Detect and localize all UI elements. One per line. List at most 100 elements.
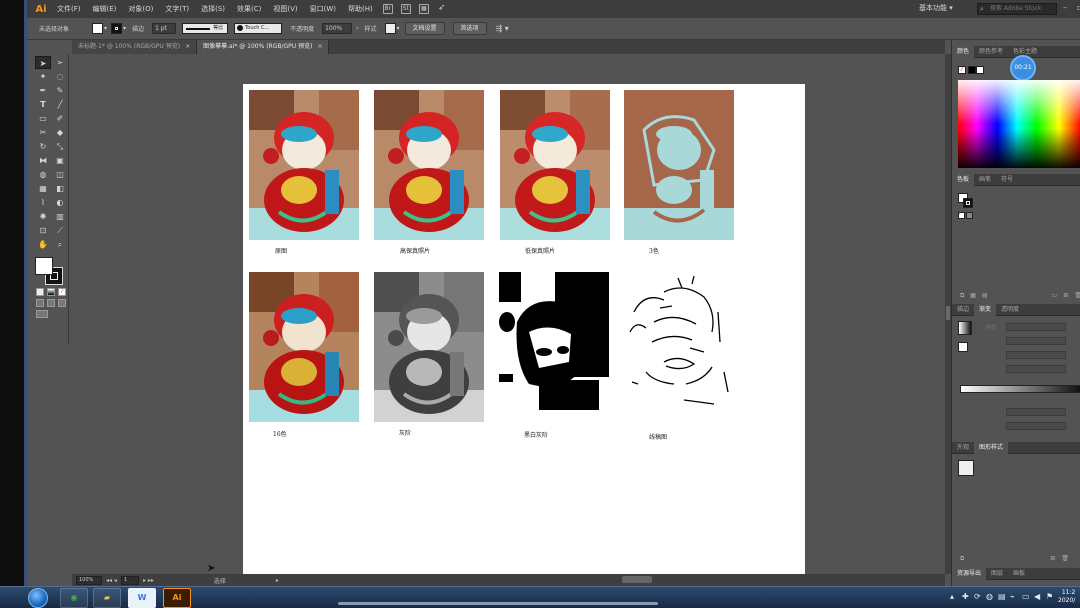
gpu-rocket-icon[interactable]: ➶ [437,4,447,14]
tab-transparency[interactable]: 透明度 [996,304,1024,316]
tray-display-icon[interactable]: ▭ [1022,592,1030,601]
prev-artboard-icon[interactable]: ◂◂ ◂ [106,577,117,584]
thumbnail-low-fidelity[interactable] [500,90,610,240]
explorer-taskbar-icon[interactable]: ▰ [93,588,121,608]
width-tool-icon[interactable]: ⧓ [35,154,51,167]
type-tool-icon[interactable]: T [35,98,51,111]
style-library-icon[interactable]: ⧉ [960,555,964,563]
none-mode-icon[interactable]: ⁄ [58,288,66,296]
new-color-group-icon[interactable]: ▭ [1052,292,1058,300]
gradient-angle-field[interactable] [1006,351,1066,359]
menu-object[interactable]: 对象(O) [122,0,159,18]
selection-tool-icon[interactable]: ➤ [35,56,51,69]
tab-stroke[interactable]: 描边 [952,304,974,316]
thumbnail-grayscale[interactable] [374,272,484,422]
chevron-down-icon[interactable]: ▾ [123,25,126,32]
stock-search-input[interactable]: ⌕ 搜索 Adobe Stock [977,3,1057,15]
fill-stroke-control[interactable] [35,257,65,285]
column-graph-tool-icon[interactable]: ▥ [52,210,68,223]
delete-style-icon[interactable]: 🗑 [1061,555,1069,563]
tray-volume-icon[interactable]: ◀ [1034,592,1040,601]
menu-file[interactable]: 文件(F) [51,0,87,18]
menu-effect[interactable]: 效果(C) [231,0,267,18]
gradient-preview[interactable] [958,321,972,335]
thumbnail-line-art[interactable] [624,272,734,422]
pen-tool-icon[interactable]: ✒ [35,84,51,97]
tab-layers[interactable]: 图层 [986,568,1008,580]
opacity-input[interactable]: 100% [322,23,353,34]
gradient-aspect-field[interactable] [1006,365,1066,373]
tray-network-icon[interactable]: ✚ [962,592,969,601]
wps-taskbar-icon[interactable]: W [128,588,156,608]
arrange-documents-icon[interactable]: ▦ [418,4,429,14]
minimize-button[interactable]: – [1063,3,1067,12]
scale-tool-icon[interactable]: ⤡ [52,140,68,153]
color-spectrum[interactable] [958,80,1080,168]
thumbnail-16-colors[interactable] [249,272,359,422]
swatch-registration-icon[interactable] [966,212,973,219]
gradient-slider[interactable] [960,385,1080,393]
stock-icon[interactable]: St [400,4,411,14]
tab-brushes[interactable]: 画笔 [974,174,996,186]
break-link-icon[interactable]: ⊞ [1050,555,1055,563]
shaper-tool-icon[interactable]: ✂ [35,126,51,139]
rotate-tool-icon[interactable]: ↻ [35,140,51,153]
fill-swatch[interactable] [92,23,104,34]
artboard-number[interactable]: 1 [120,575,139,585]
symbol-sprayer-tool-icon[interactable]: ✺ [35,210,51,223]
gradient-type-dropdown[interactable] [1006,323,1066,331]
zoom-dropdown[interactable]: 100% [76,575,102,585]
variable-width-profile[interactable]: 等比 [182,23,229,34]
hand-tool-icon[interactable]: ✋ [35,238,51,251]
tab-graphic-styles[interactable]: 图形样式 [974,441,1009,454]
menu-edit[interactable]: 编辑(E) [87,0,123,18]
tab-swatches[interactable]: 色板 [952,173,975,186]
document-setup-button[interactable]: 文档设置 [404,22,445,35]
mesh-tool-icon[interactable]: ▦ [35,182,51,195]
gradient-mode-icon[interactable] [47,288,55,296]
menu-window[interactable]: 窗口(W) [304,0,342,18]
shape-builder-tool-icon[interactable]: ◍ [35,168,51,181]
gradient-stroke-field[interactable] [1006,337,1066,345]
thumbnail-3-colors[interactable] [624,90,734,240]
delete-swatch-icon[interactable]: 🗑 [1074,292,1080,300]
zoom-tool-icon[interactable]: ⌕ [52,238,68,251]
thumbnail-black-white[interactable] [499,272,609,422]
bridge-icon[interactable]: Br [382,4,393,14]
tab-image-trace[interactable]: 图像摹摹.ai* @ 100% (RGB/GPU 预览) × [197,40,330,54]
tray-expand-icon[interactable]: ▴ [950,592,954,601]
gradient-opacity-field[interactable] [1006,408,1066,416]
blend-tool-icon[interactable]: ◐ [52,196,68,209]
color-mode-icon[interactable] [36,288,44,296]
new-swatch-icon[interactable]: ⊞ [1063,292,1068,300]
tray-app-icon[interactable]: ◍ [986,592,993,601]
swatch-library-icon[interactable]: ⧉ [960,292,964,300]
tray-sync-icon[interactable]: ⟳ [974,592,981,601]
illustrator-taskbar-icon[interactable]: Ai [163,588,191,608]
chevron-down-icon[interactable]: ▾ [104,25,107,32]
thumbnail-original[interactable] [249,90,359,240]
preferences-button[interactable]: 首选项 [452,22,487,35]
horizontal-scrollbar[interactable] [622,576,652,583]
paintbrush-tool-icon[interactable]: ✐ [52,112,68,125]
system-clock[interactable]: 11:2 2020/ [1058,589,1075,605]
tray-flag-icon[interactable]: ⚑ [1046,592,1053,601]
rectangle-tool-icon[interactable]: ▭ [35,112,51,125]
stroke-swatch[interactable] [111,23,123,34]
lasso-tool-icon[interactable]: ◌ [52,70,68,83]
direct-selection-tool-icon[interactable]: ➢ [52,56,68,69]
tab-close-icon[interactable]: × [317,43,322,50]
tray-bluetooth-icon[interactable]: ⌁ [1010,592,1015,601]
browser-taskbar-icon[interactable]: ◉ [60,588,88,608]
draw-behind-icon[interactable] [47,299,55,307]
line-tool-icon[interactable]: ╱ [52,98,68,111]
next-artboard-icon[interactable]: ▸ ▸▸ [143,577,154,584]
black-swatch[interactable] [968,66,976,74]
scroll-thumb[interactable] [946,306,950,320]
drawing-mode-icon[interactable] [36,299,44,307]
chevron-down-icon[interactable]: ▾ [397,25,400,32]
tab-asset-export[interactable]: 资源导出 [952,567,987,580]
perspective-grid-tool-icon[interactable]: ◫ [52,168,68,181]
menu-type[interactable]: 文字(T) [159,0,195,18]
menu-view[interactable]: 视图(V) [267,0,303,18]
